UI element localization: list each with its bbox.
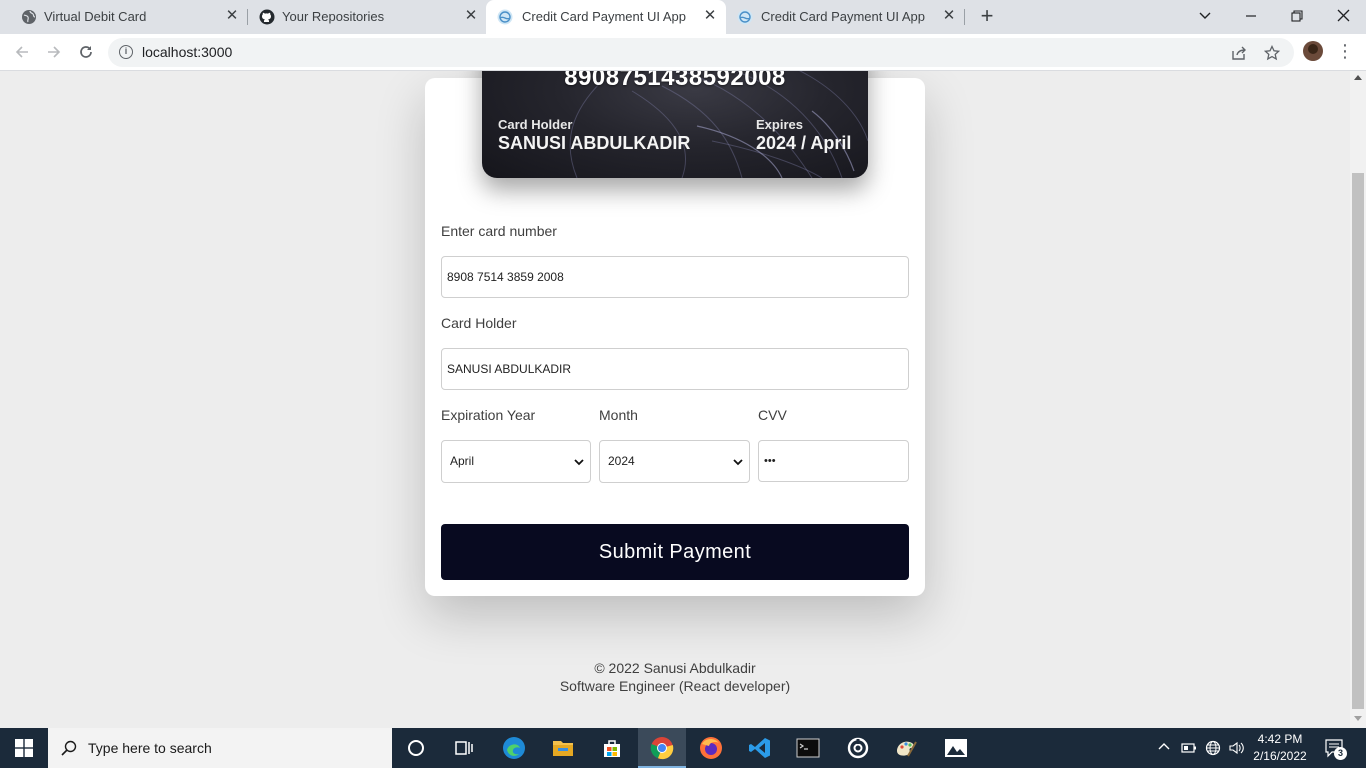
taskbar-search-placeholder: Type here to search xyxy=(88,740,212,756)
network-globe-icon[interactable] xyxy=(1205,740,1221,759)
page-scrollbar[interactable] xyxy=(1350,71,1366,728)
tab-credit-card-payment-active[interactable]: Credit Card Payment UI App ✕ xyxy=(486,0,726,34)
chevron-down-icon xyxy=(733,459,743,466)
chevron-down-icon xyxy=(574,459,584,466)
site-info-icon[interactable]: i xyxy=(119,45,133,59)
chrome-icon[interactable] xyxy=(650,736,674,760)
card-holder-field-label: Card Holder xyxy=(441,315,517,331)
expiration-year-label: Expiration Year xyxy=(441,407,536,423)
tab-credit-card-payment[interactable]: Credit Card Payment UI App ✕ xyxy=(726,0,966,34)
expiration-year-value: April xyxy=(450,454,475,468)
cortana-icon[interactable] xyxy=(404,736,428,760)
notification-count-badge: 3 xyxy=(1334,747,1347,760)
system-clock[interactable]: 4:42 PM 2/16/2022 xyxy=(1252,731,1308,765)
bookmark-star-icon[interactable] xyxy=(1263,44,1281,62)
windows-taskbar: Type here to search 4:42 PM 2/16/2022 3 xyxy=(0,728,1366,768)
close-tab-icon[interactable]: ✕ xyxy=(463,8,479,24)
windows-logo-icon xyxy=(15,739,33,757)
card-expires-label: Expires xyxy=(756,117,803,132)
taskbar-search-box[interactable]: Type here to search xyxy=(48,728,392,768)
clock-date: 2/16/2022 xyxy=(1253,749,1307,763)
firefox-icon[interactable] xyxy=(699,736,723,760)
restore-button[interactable] xyxy=(1286,4,1308,28)
forward-button[interactable] xyxy=(42,40,66,64)
credit-card-preview: 8908751438592008 Card Holder SANUSI ABDU… xyxy=(482,71,868,178)
photos-icon[interactable] xyxy=(944,736,968,760)
month-select[interactable]: 2024 xyxy=(599,440,750,483)
profile-avatar[interactable] xyxy=(1303,41,1323,61)
tab-your-repositories[interactable]: Your Repositories ✕ xyxy=(238,0,486,34)
scrollbar-thumb[interactable] xyxy=(1352,173,1364,709)
github-icon xyxy=(259,9,275,25)
card-expires-display: 2024 / April xyxy=(756,133,852,153)
circle-app-icon[interactable] xyxy=(846,736,870,760)
close-tab-icon[interactable]: ✕ xyxy=(702,8,718,24)
tab-title: Credit Card Payment UI App xyxy=(761,9,926,24)
paint-icon[interactable] xyxy=(894,736,918,760)
globe-icon xyxy=(22,10,36,24)
month-label: Month xyxy=(599,407,638,423)
reload-button[interactable] xyxy=(74,40,98,64)
file-explorer-icon[interactable] xyxy=(551,736,575,760)
footer-role: Software Engineer (React developer) xyxy=(559,678,791,694)
new-tab-button[interactable]: + xyxy=(976,5,998,28)
url-text: localhost:3000 xyxy=(142,44,233,60)
address-bar[interactable]: i localhost:3000 xyxy=(108,38,1294,67)
react-app-icon xyxy=(497,9,513,25)
minimize-button[interactable] xyxy=(1240,4,1262,28)
card-holder-display: SANUSI ABDULKADIR xyxy=(498,133,691,153)
vscode-icon[interactable] xyxy=(748,736,772,760)
month-value: 2024 xyxy=(608,454,635,468)
browser-toolbar: i localhost:3000 ⋮ xyxy=(0,34,1366,71)
tab-title: Your Repositories xyxy=(282,9,385,24)
share-icon[interactable] xyxy=(1230,44,1248,62)
tab-strip: Virtual Debit Card ✕ Your Repositories ✕… xyxy=(0,0,1366,34)
tab-separator xyxy=(964,9,965,25)
edge-browser-icon[interactable] xyxy=(502,736,526,760)
card-holder-label: Card Holder xyxy=(498,117,573,132)
battery-icon[interactable] xyxy=(1181,741,1197,758)
card-number-display: 8908751438592008 xyxy=(564,71,786,91)
page-viewport: 8908751438592008 Card Holder SANUSI ABDU… xyxy=(0,71,1350,728)
tab-virtual-debit-card[interactable]: Virtual Debit Card ✕ xyxy=(0,0,246,34)
search-icon xyxy=(61,740,77,756)
notification-center-icon[interactable]: 3 xyxy=(1324,738,1347,761)
start-button[interactable] xyxy=(0,728,48,768)
cvv-label: CVV xyxy=(758,407,787,423)
tab-title: Credit Card Payment UI App xyxy=(522,9,687,24)
react-app-icon xyxy=(737,9,753,25)
cvv-input[interactable]: ••• xyxy=(758,440,909,482)
close-tab-icon[interactable]: ✕ xyxy=(941,8,957,24)
browser-menu-icon[interactable]: ⋮ xyxy=(1336,40,1354,64)
terminal-icon[interactable] xyxy=(796,736,820,760)
card-number-label: Enter card number xyxy=(441,223,557,239)
expiration-year-select[interactable]: April xyxy=(441,440,591,483)
tab-search-chevron-icon[interactable] xyxy=(1194,4,1216,28)
close-window-button[interactable] xyxy=(1332,4,1354,28)
scroll-down-arrow-icon[interactable] xyxy=(1354,716,1362,721)
back-button[interactable] xyxy=(10,40,34,64)
clock-time: 4:42 PM xyxy=(1257,732,1303,746)
scroll-up-arrow-icon[interactable] xyxy=(1354,75,1362,80)
task-view-icon[interactable] xyxy=(452,736,476,760)
submit-payment-button[interactable]: Submit Payment xyxy=(441,524,909,580)
footer-copyright: © 2022 Sanusi Abdulkadir xyxy=(594,660,756,676)
tray-chevron-up-icon[interactable] xyxy=(1157,740,1171,757)
volume-icon[interactable] xyxy=(1228,740,1246,759)
tab-title: Virtual Debit Card xyxy=(44,9,147,24)
microsoft-store-icon[interactable] xyxy=(600,736,624,760)
card-holder-input[interactable]: SANUSI ABDULKADIR xyxy=(441,348,909,390)
card-number-input[interactable]: 8908 7514 3859 2008 xyxy=(441,256,909,298)
